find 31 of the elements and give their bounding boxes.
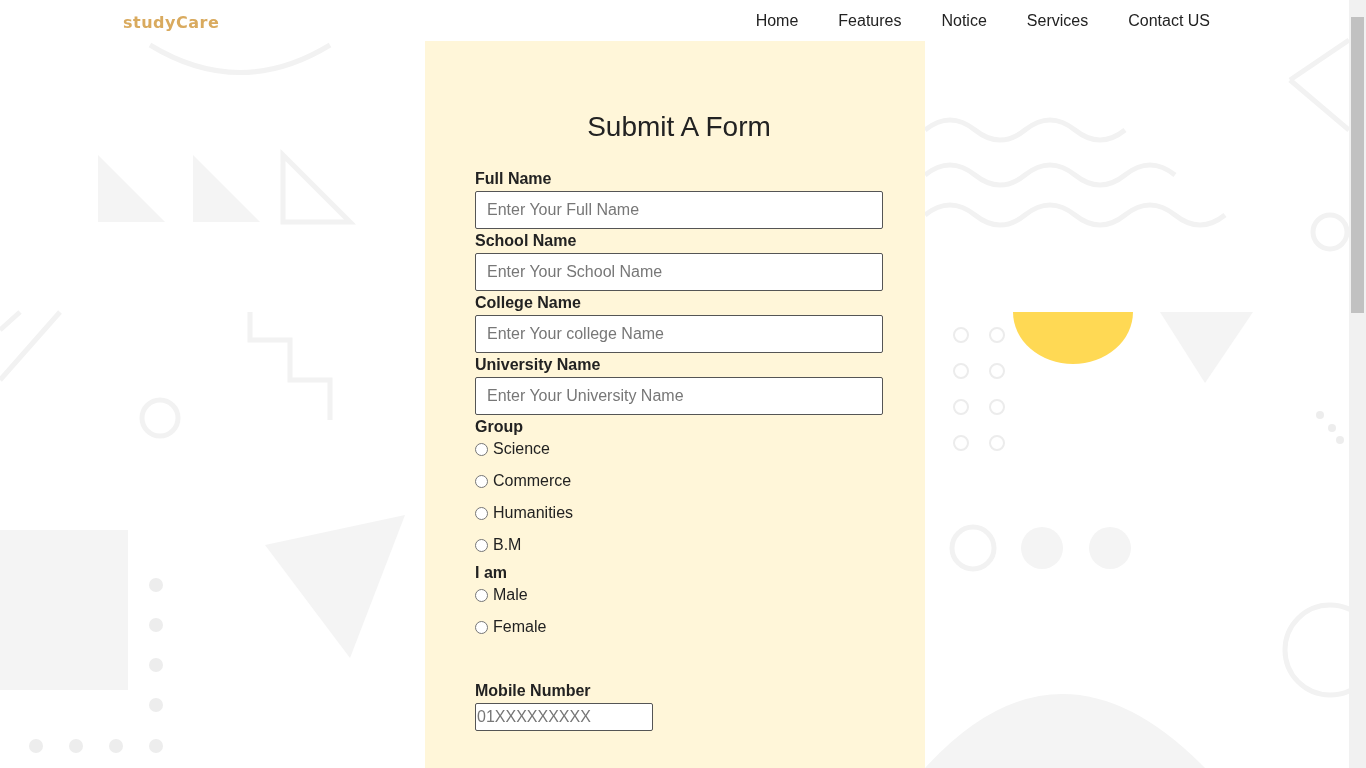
nav-link[interactable]: Contact US xyxy=(1128,11,1210,30)
group-label: I am xyxy=(475,563,508,583)
scrollbar[interactable] xyxy=(1349,0,1366,768)
nav-link[interactable]: Services xyxy=(1026,11,1089,30)
field-label: School Name xyxy=(475,231,577,251)
nav-link[interactable]: Home xyxy=(755,11,799,30)
radio-button[interactable] xyxy=(475,474,488,488)
radio-label: Humanities xyxy=(493,504,574,522)
radio-button[interactable] xyxy=(475,538,488,552)
mobile-input[interactable]: 01XXXXXXXXX xyxy=(475,703,653,731)
field-label: University Name xyxy=(475,355,601,375)
radio-button[interactable] xyxy=(475,442,488,456)
text-input[interactable]: Enter Your University Name xyxy=(475,377,883,415)
text-input[interactable]: Enter Your School Name xyxy=(475,253,883,291)
radio-label: Science xyxy=(493,440,550,458)
nav-link[interactable]: Notice xyxy=(941,11,987,30)
radio-button[interactable] xyxy=(475,588,488,602)
field-label: Mobile Number xyxy=(475,681,591,701)
text-input[interactable]: Enter Your Full Name xyxy=(475,191,883,229)
radio-label: Male xyxy=(493,586,528,604)
radio-label: B.M xyxy=(493,536,522,554)
field-label: College Name xyxy=(475,293,581,313)
radio-label: Female xyxy=(493,618,547,636)
radio-button[interactable] xyxy=(475,506,488,520)
text-input[interactable]: Enter Your college Name xyxy=(475,315,883,353)
group-label: Group xyxy=(475,417,524,437)
field-label: Full Name xyxy=(475,169,552,189)
form-title: Submit A Form xyxy=(586,111,772,143)
nav-link[interactable]: Features xyxy=(838,11,902,30)
radio-button[interactable] xyxy=(475,620,488,634)
radio-label: Commerce xyxy=(493,472,572,490)
